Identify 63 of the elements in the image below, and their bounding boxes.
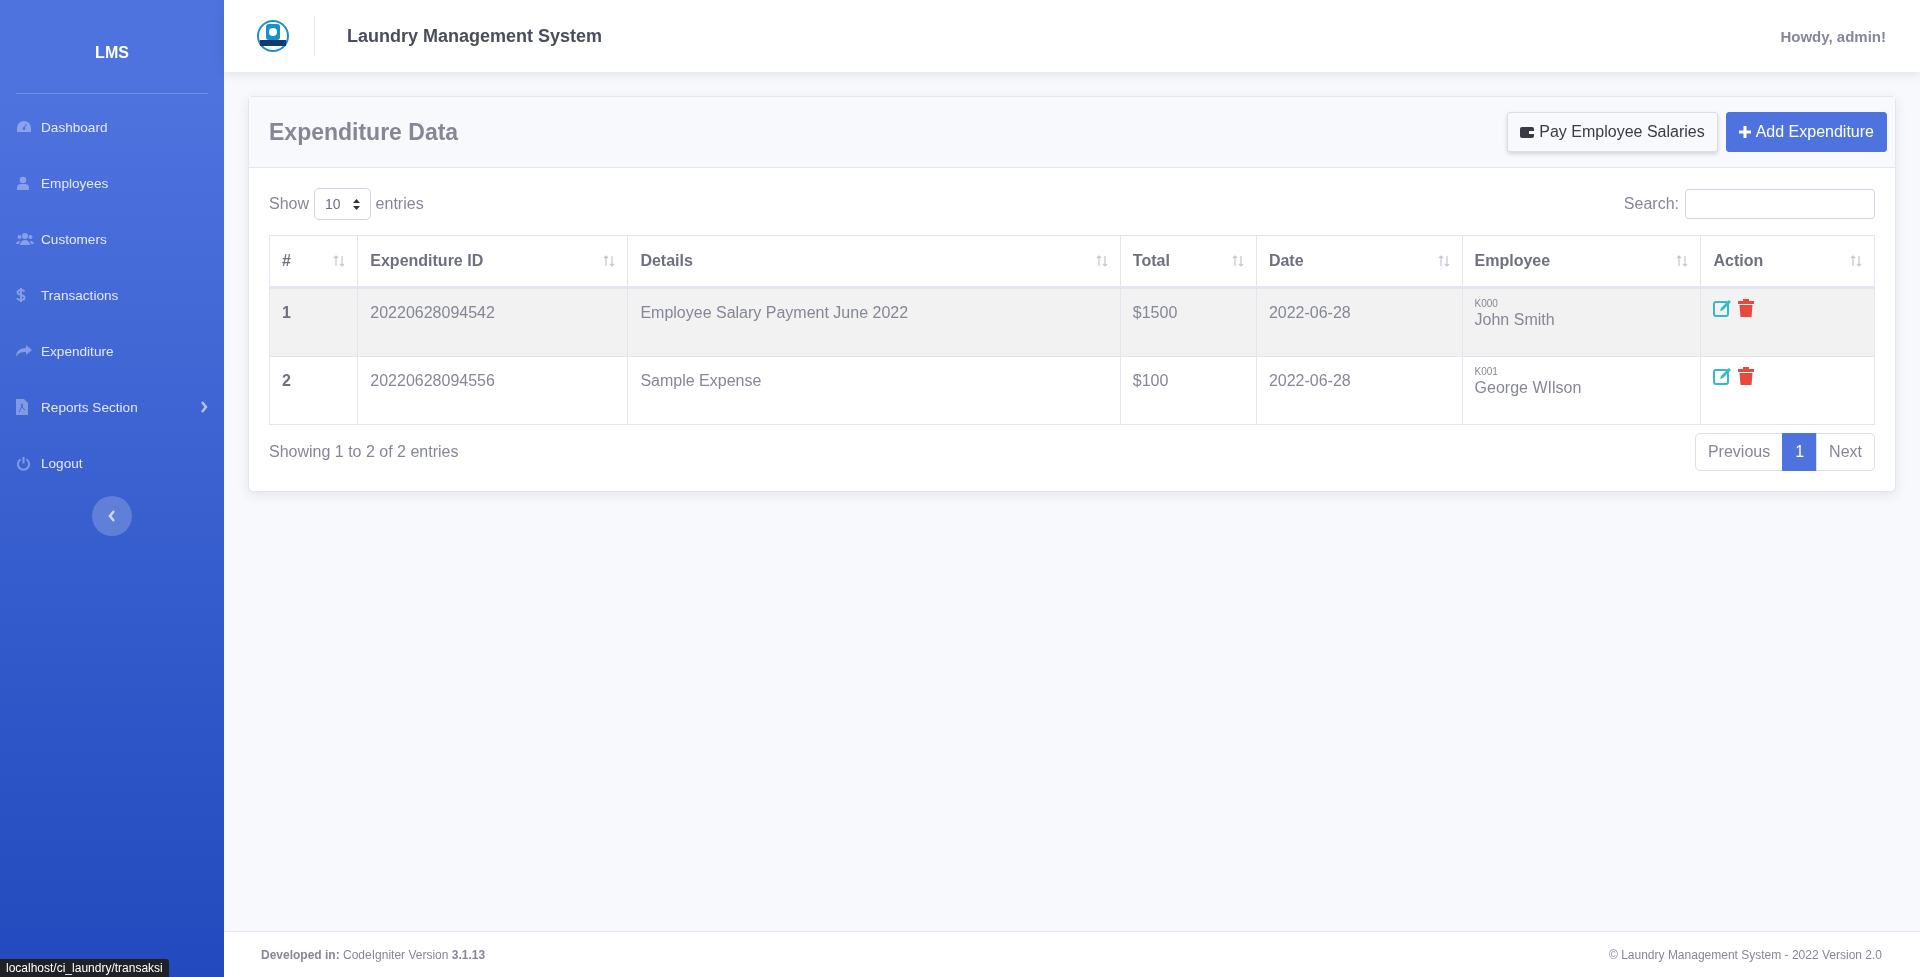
employee-name: George WIlson <box>1474 379 1582 396</box>
chevron-right-icon <box>200 401 208 413</box>
add-button[interactable]: Add Expenditure <box>1725 112 1887 152</box>
pay-button[interactable]: Pay Employee Salaries <box>1507 112 1718 152</box>
user-icon <box>16 176 30 190</box>
edit-icon[interactable] <box>1713 299 1734 317</box>
table-cell: $100 <box>1120 356 1257 425</box>
trash-icon[interactable] <box>1738 299 1755 317</box>
table-cell: $1500 <box>1120 287 1257 357</box>
footer-copyright: © Laundry Management System - 2022 Version 2.0 <box>1609 947 1882 962</box>
table-cell: 20220628094556 <box>357 356 628 425</box>
sort-icon <box>333 255 346 267</box>
dashboard-icon <box>16 120 32 134</box>
search-field[interactable] <box>1685 189 1875 219</box>
sort-icon <box>1437 255 1450 267</box>
employee-code: K001 <box>1474 365 1499 379</box>
pagination-button[interactable]: Next <box>1816 433 1875 471</box>
table-cell: 2022-06-28 <box>1256 287 1463 357</box>
sidebar-item[interactable]: Reports Section <box>0 379 224 435</box>
dollar-icon <box>16 287 26 303</box>
chevron-left-icon <box>108 510 116 522</box>
edit-icon[interactable] <box>1713 367 1734 385</box>
show-label: Show <box>269 195 310 213</box>
employee-name: John Smith <box>1474 311 1555 328</box>
card-title: Expenditure Data <box>269 118 460 146</box>
pdf-file-icon <box>16 399 28 415</box>
table-cell: 2 <box>269 356 358 425</box>
table-cell: Sample Expense <box>627 356 1121 425</box>
table-info: Showing 1 to 2 of 2 entries <box>269 443 459 461</box>
table-cell: 1 <box>269 287 358 357</box>
sort-caret-icon <box>352 198 360 210</box>
entries-label: entries <box>375 195 424 213</box>
sidebar-item[interactable]: Logout <box>0 435 224 491</box>
sidebar-item[interactable]: Transactions <box>0 267 224 323</box>
sidebar-item[interactable]: Dashboard <box>0 99 224 155</box>
status-url: localhost/ci_laundry/transaksi <box>6 961 163 975</box>
user-greeting[interactable]: Howdy, admin! <box>1780 27 1886 45</box>
employee-code: K000 <box>1474 297 1499 311</box>
app-title: Laundry Management System <box>347 25 604 47</box>
entries-select[interactable]: 10 <box>314 188 371 220</box>
wallet-icon <box>1520 126 1535 138</box>
table-cell: 2022-06-28 <box>1256 356 1463 425</box>
share-arrow-icon <box>16 344 32 358</box>
logo-icon <box>254 17 292 55</box>
footer-credit: Developed in: CodeIgniter Version 3.1.13 <box>261 947 486 962</box>
trash-icon[interactable] <box>1738 367 1755 385</box>
sort-icon <box>1095 255 1108 267</box>
sidebar-toggle-button[interactable] <box>92 496 132 536</box>
search-label: Search: <box>1623 195 1679 213</box>
pagination-button[interactable]: 1 <box>1782 433 1818 471</box>
sidebar-item[interactable]: Expenditure <box>0 323 224 379</box>
sort-icon <box>1850 255 1862 267</box>
plus-icon <box>1738 126 1751 138</box>
sort-icon <box>1676 255 1689 267</box>
users-icon <box>16 232 34 246</box>
table-cell: Employee Salary Payment June 2022 <box>627 287 1121 357</box>
sidebar-item[interactable]: Customers <box>0 211 224 267</box>
power-icon <box>16 455 31 471</box>
sort-icon <box>603 255 616 267</box>
table-cell: 20220628094542 <box>357 287 628 357</box>
sidebar-item[interactable]: Employees <box>0 155 224 211</box>
sort-icon <box>1231 255 1244 267</box>
brand-title: LMS <box>94 43 130 63</box>
